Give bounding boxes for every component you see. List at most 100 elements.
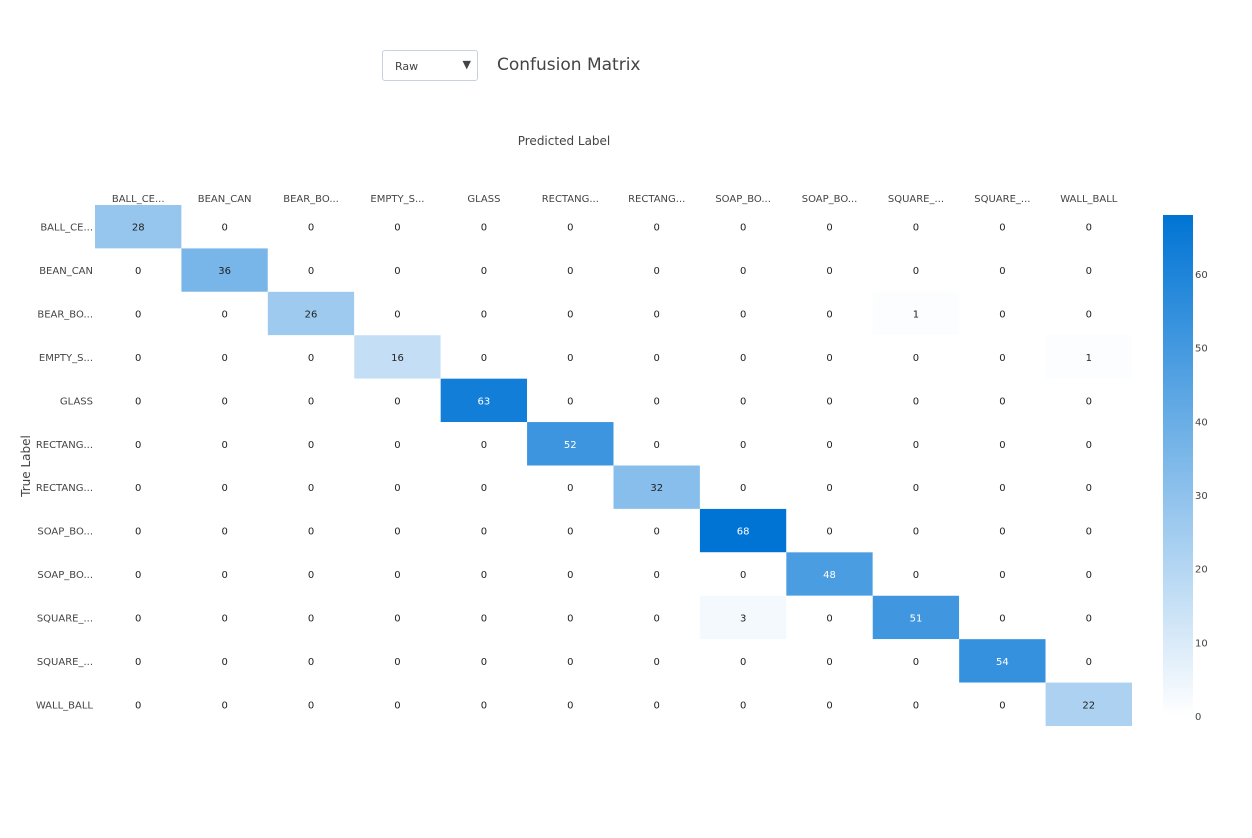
heatmap-cell: 0	[699, 552, 787, 596]
x-tick-label: RECTANG...	[628, 194, 685, 205]
heatmap-cell: 0	[527, 682, 614, 726]
heatmap-cell-value: 0	[135, 527, 141, 538]
heatmap-cell-value: 22	[1082, 700, 1095, 711]
x-axis-title: Predicted Label	[518, 134, 611, 148]
heatmap-cell: 0	[872, 682, 960, 726]
heatmap-cell-value: 0	[1086, 310, 1092, 321]
heatmap-cell-value: 0	[654, 266, 660, 277]
heatmap-cell: 0	[95, 248, 182, 292]
heatmap-cell: 0	[613, 335, 700, 379]
x-tick-label: BALL_CE...	[112, 194, 165, 205]
heatmap-cell-value: 0	[654, 440, 660, 451]
heatmap-cell-value: 0	[481, 310, 487, 321]
heatmap-cell: 0	[1045, 639, 1132, 683]
heatmap-cell-value: 0	[826, 483, 832, 494]
heatmap-cell-value: 0	[481, 700, 487, 711]
heatmap-cell-value: 0	[394, 570, 400, 581]
heatmap-cell: 0	[1045, 378, 1132, 423]
heatmap-cell: 28	[95, 205, 182, 249]
heatmap-cell-value: 0	[394, 440, 400, 451]
heatmap-cell-value: 0	[740, 266, 746, 277]
heatmap-cell: 0	[527, 291, 614, 336]
heatmap-cell: 0	[267, 205, 355, 249]
heatmap-cell: 0	[613, 248, 700, 292]
heatmap-cell-value: 0	[740, 223, 746, 234]
heatmap-cell-value: 0	[913, 266, 919, 277]
heatmap-cell: 0	[181, 595, 268, 640]
heatmap-cell: 0	[440, 291, 528, 336]
heatmap-cell: 0	[440, 639, 528, 683]
x-tick-label: GLASS	[467, 194, 500, 205]
y-tick-label: RECTANG...	[36, 483, 93, 494]
y-tick-label: SQUARE_...	[37, 657, 93, 668]
heatmap-cell: 0	[527, 465, 614, 509]
heatmap-cell: 0	[95, 465, 182, 509]
heatmap-cell: 0	[181, 639, 268, 683]
heatmap-cell: 0	[527, 205, 614, 249]
heatmap-cell: 0	[267, 508, 355, 553]
heatmap-cell-value: 0	[999, 527, 1005, 538]
heatmap-cell: 0	[786, 378, 873, 423]
heatmap-cell: 0	[440, 552, 528, 596]
y-tick-label: RECTANG...	[36, 440, 93, 451]
heatmap-cell-value: 0	[740, 440, 746, 451]
heatmap-cell: 1	[1045, 335, 1132, 379]
heatmap-cell-value: 0	[567, 527, 573, 538]
heatmap-cell: 0	[699, 335, 787, 379]
heatmap-cell: 0	[527, 639, 614, 683]
heatmap-cell-value: 0	[481, 353, 487, 364]
heatmap-cell: 0	[354, 291, 441, 336]
heatmap-cell: 1	[872, 291, 960, 336]
x-tick-label: SOAP_BO...	[715, 194, 771, 205]
heatmap-cell: 0	[699, 682, 787, 726]
heatmap-cell-value: 0	[394, 396, 400, 407]
heatmap-cell-value: 0	[567, 310, 573, 321]
heatmap-cell-value: 48	[823, 570, 836, 581]
y-tick-label: BALL_CE...	[40, 223, 93, 234]
heatmap-cell-value: 0	[567, 700, 573, 711]
heatmap-cell: 0	[872, 378, 960, 423]
heatmap-cell-value: 0	[221, 396, 227, 407]
heatmap-cell: 0	[959, 595, 1046, 640]
heatmap-cell: 0	[1045, 291, 1132, 336]
heatmap-cell-value: 0	[394, 266, 400, 277]
heatmap-cell: 0	[95, 422, 182, 466]
heatmap-cell-value: 0	[826, 440, 832, 451]
heatmap-cell-value: 0	[740, 657, 746, 668]
y-tick-label: SQUARE_...	[37, 613, 93, 624]
heatmap-cell-value: 0	[481, 527, 487, 538]
heatmap-cell: 0	[354, 508, 441, 553]
heatmap-cell-value: 51	[910, 613, 923, 624]
heatmap-cell-value: 0	[913, 483, 919, 494]
heatmap-cell-value: 0	[913, 353, 919, 364]
heatmap-cell-value: 0	[135, 310, 141, 321]
heatmap-cell: 0	[699, 291, 787, 336]
heatmap-cell-value: 0	[394, 310, 400, 321]
heatmap-cell: 0	[786, 205, 873, 249]
heatmap-cell: 0	[267, 248, 355, 292]
heatmap-cell-value: 0	[221, 613, 227, 624]
x-tick-label: WALL_BALL	[1060, 194, 1118, 205]
heatmap-cell-value: 54	[996, 657, 1009, 668]
y-tick-label: WALL_BALL	[36, 700, 94, 711]
heatmap-cell-value: 0	[913, 440, 919, 451]
heatmap-cell-value: 0	[481, 613, 487, 624]
y-tick-label: GLASS	[60, 396, 93, 407]
heatmap-cell: 0	[613, 552, 700, 596]
heatmap-cell: 0	[786, 465, 873, 509]
heatmap-cell-value: 0	[826, 353, 832, 364]
heatmap-cell-value: 0	[221, 353, 227, 364]
heatmap-cell: 16	[354, 335, 441, 379]
heatmap-cell-value: 0	[308, 483, 314, 494]
y-tick-label: SOAP_BO...	[37, 570, 93, 581]
heatmap-cell: 0	[354, 378, 441, 423]
heatmap-cell-value: 0	[826, 266, 832, 277]
heatmap-cell: 0	[786, 422, 873, 466]
heatmap-cell-value: 0	[740, 353, 746, 364]
heatmap-cell: 0	[786, 291, 873, 336]
heatmap-cell-value: 1	[1086, 353, 1092, 364]
heatmap-cell-value: 0	[481, 440, 487, 451]
heatmap-cell-value: 0	[999, 310, 1005, 321]
y-tick-labels: BALL_CE... BEAN_CAN BEAR_BO... EMPTY_S... GL…	[36, 223, 94, 712]
heatmap-cell-value: 0	[826, 310, 832, 321]
